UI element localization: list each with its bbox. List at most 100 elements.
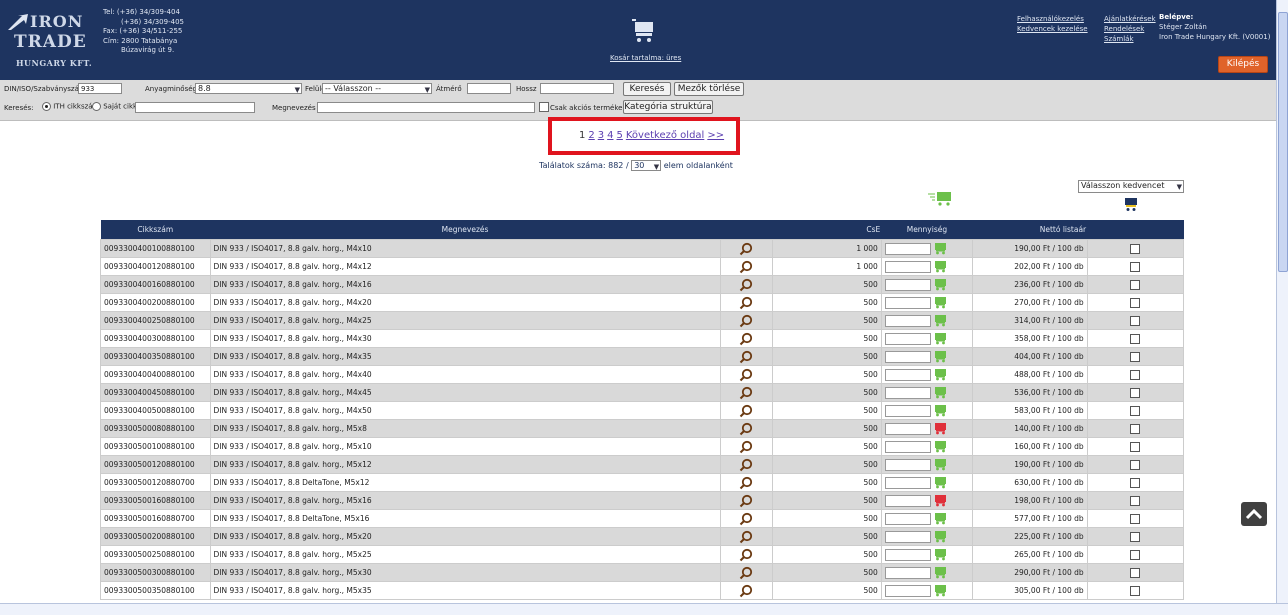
magnifier-icon[interactable] bbox=[739, 584, 753, 598]
horizontal-scrollbar[interactable] bbox=[0, 603, 1288, 615]
quantity-input[interactable] bbox=[884, 566, 931, 579]
vertical-scrollbar-thumb[interactable] bbox=[1278, 12, 1288, 272]
quantity-input[interactable] bbox=[884, 368, 931, 381]
favorites-cart-icon[interactable] bbox=[1123, 196, 1139, 212]
add-to-cart-icon[interactable] bbox=[933, 260, 947, 273]
quantity-input[interactable] bbox=[884, 296, 931, 309]
radio-button[interactable] bbox=[92, 102, 101, 111]
quantity-input[interactable] bbox=[884, 386, 931, 399]
quantity-input[interactable] bbox=[884, 314, 931, 327]
add-to-cart-icon[interactable] bbox=[933, 296, 947, 309]
favorite-checkbox[interactable] bbox=[1130, 279, 1141, 290]
clear-fields-button[interactable]: Mezők törlése bbox=[674, 82, 744, 96]
magnifier-icon[interactable] bbox=[739, 332, 753, 346]
material-select[interactable]: 8.8 ▼ bbox=[195, 83, 302, 94]
add-to-cart-icon[interactable] bbox=[933, 512, 947, 525]
magnifier-icon[interactable] bbox=[739, 476, 753, 490]
quantity-input[interactable] bbox=[884, 350, 931, 363]
name-input[interactable] bbox=[317, 102, 535, 113]
add-to-cart-icon[interactable] bbox=[933, 350, 947, 363]
add-to-cart-icon[interactable] bbox=[933, 368, 947, 381]
quantity-input[interactable] bbox=[884, 440, 931, 453]
quantity-input[interactable] bbox=[884, 422, 931, 435]
quantity-input[interactable] bbox=[884, 530, 931, 543]
quantity-input[interactable] bbox=[884, 278, 931, 291]
quote-requests-link[interactable]: Ajánlatkérések bbox=[1104, 14, 1156, 24]
favorite-checkbox[interactable] bbox=[1130, 369, 1141, 380]
favorite-checkbox[interactable] bbox=[1130, 531, 1141, 542]
add-to-cart-icon[interactable] bbox=[933, 332, 947, 345]
cart-status-link[interactable]: Kosár tartalma: üres bbox=[610, 54, 681, 62]
magnifier-icon[interactable] bbox=[739, 314, 753, 328]
add-to-cart-icon[interactable] bbox=[933, 584, 947, 597]
favorite-checkbox[interactable] bbox=[1130, 459, 1141, 470]
magnifier-icon[interactable] bbox=[739, 296, 753, 310]
magnifier-icon[interactable] bbox=[739, 422, 753, 436]
quantity-input[interactable] bbox=[884, 458, 931, 471]
quantity-input[interactable] bbox=[884, 548, 931, 561]
header-cart[interactable]: Kosár tartalma: üres bbox=[610, 8, 681, 62]
add-to-cart-icon[interactable] bbox=[933, 566, 947, 579]
din-input[interactable]: 933 bbox=[78, 83, 122, 94]
radio-button-checked[interactable] bbox=[42, 102, 51, 111]
quantity-input[interactable] bbox=[884, 494, 931, 507]
length-input[interactable] bbox=[540, 83, 614, 94]
logout-button[interactable]: Kilépés bbox=[1218, 56, 1268, 73]
add-to-cart-icon[interactable] bbox=[933, 278, 947, 291]
favorite-checkbox[interactable] bbox=[1130, 585, 1141, 596]
magnifier-icon[interactable] bbox=[739, 386, 753, 400]
favorite-checkbox[interactable] bbox=[1130, 387, 1141, 398]
vertical-scrollbar[interactable] bbox=[1276, 0, 1288, 603]
magnifier-icon[interactable] bbox=[739, 404, 753, 418]
company-logo[interactable]: IRON TRADE HUNGARY KFT. bbox=[6, 8, 96, 74]
add-to-cart-icon[interactable] bbox=[933, 242, 947, 255]
magnifier-icon[interactable] bbox=[739, 440, 753, 454]
magnifier-icon[interactable] bbox=[739, 458, 753, 472]
favorite-checkbox[interactable] bbox=[1130, 315, 1141, 326]
favorite-checkbox[interactable] bbox=[1130, 513, 1141, 524]
magnifier-icon[interactable] bbox=[739, 368, 753, 382]
magnifier-icon[interactable] bbox=[739, 260, 753, 274]
favorite-checkbox[interactable] bbox=[1130, 351, 1141, 362]
add-to-cart-icon[interactable] bbox=[933, 386, 947, 399]
quantity-input[interactable] bbox=[884, 260, 931, 273]
magnifier-icon[interactable] bbox=[739, 548, 753, 562]
favorite-checkbox[interactable] bbox=[1130, 261, 1141, 272]
add-to-cart-icon[interactable] bbox=[933, 530, 947, 543]
quantity-input[interactable] bbox=[884, 242, 931, 255]
cart-unavailable-icon[interactable] bbox=[933, 494, 947, 507]
item-number-input[interactable] bbox=[135, 102, 255, 113]
category-structure-button[interactable]: Kategória struktúra bbox=[623, 100, 713, 114]
magnifier-icon[interactable] bbox=[739, 566, 753, 580]
quantity-input[interactable] bbox=[884, 512, 931, 525]
favorite-checkbox[interactable] bbox=[1130, 405, 1141, 416]
diameter-input[interactable] bbox=[467, 83, 511, 94]
quantity-input[interactable] bbox=[884, 476, 931, 489]
orders-link[interactable]: Rendelések bbox=[1104, 24, 1156, 34]
favorite-checkbox[interactable] bbox=[1130, 333, 1141, 344]
favorite-checkbox[interactable] bbox=[1130, 297, 1141, 308]
add-to-cart-icon[interactable] bbox=[933, 458, 947, 471]
magnifier-icon[interactable] bbox=[739, 242, 753, 256]
favorite-checkbox[interactable] bbox=[1130, 567, 1141, 578]
magnifier-icon[interactable] bbox=[739, 350, 753, 364]
favorite-checkbox[interactable] bbox=[1130, 549, 1141, 560]
surface-select[interactable]: -- Válasszon -- ▼ bbox=[322, 83, 432, 94]
quantity-input[interactable] bbox=[884, 332, 931, 345]
quantity-input[interactable] bbox=[884, 584, 931, 597]
invoices-link[interactable]: Számlák bbox=[1104, 34, 1156, 44]
add-to-cart-icon[interactable] bbox=[933, 404, 947, 417]
favorite-checkbox[interactable] bbox=[1130, 477, 1141, 488]
favorites-select[interactable]: Válasszon kedvencet ▼ bbox=[1078, 180, 1184, 193]
magnifier-icon[interactable] bbox=[739, 512, 753, 526]
user-management-link[interactable]: Felhasználókezelés bbox=[1017, 14, 1088, 24]
favorite-checkbox[interactable] bbox=[1130, 423, 1141, 434]
radio-ith[interactable]: ITH cikkszám bbox=[42, 102, 99, 111]
favorite-checkbox[interactable] bbox=[1130, 243, 1141, 254]
magnifier-icon[interactable] bbox=[739, 278, 753, 292]
add-to-cart-icon[interactable] bbox=[933, 476, 947, 489]
favorite-checkbox[interactable] bbox=[1130, 441, 1141, 452]
per-page-select[interactable]: 30 ▼ bbox=[631, 160, 662, 171]
sale-only-checkbox[interactable] bbox=[539, 102, 549, 112]
cart-unavailable-icon[interactable] bbox=[933, 422, 947, 435]
